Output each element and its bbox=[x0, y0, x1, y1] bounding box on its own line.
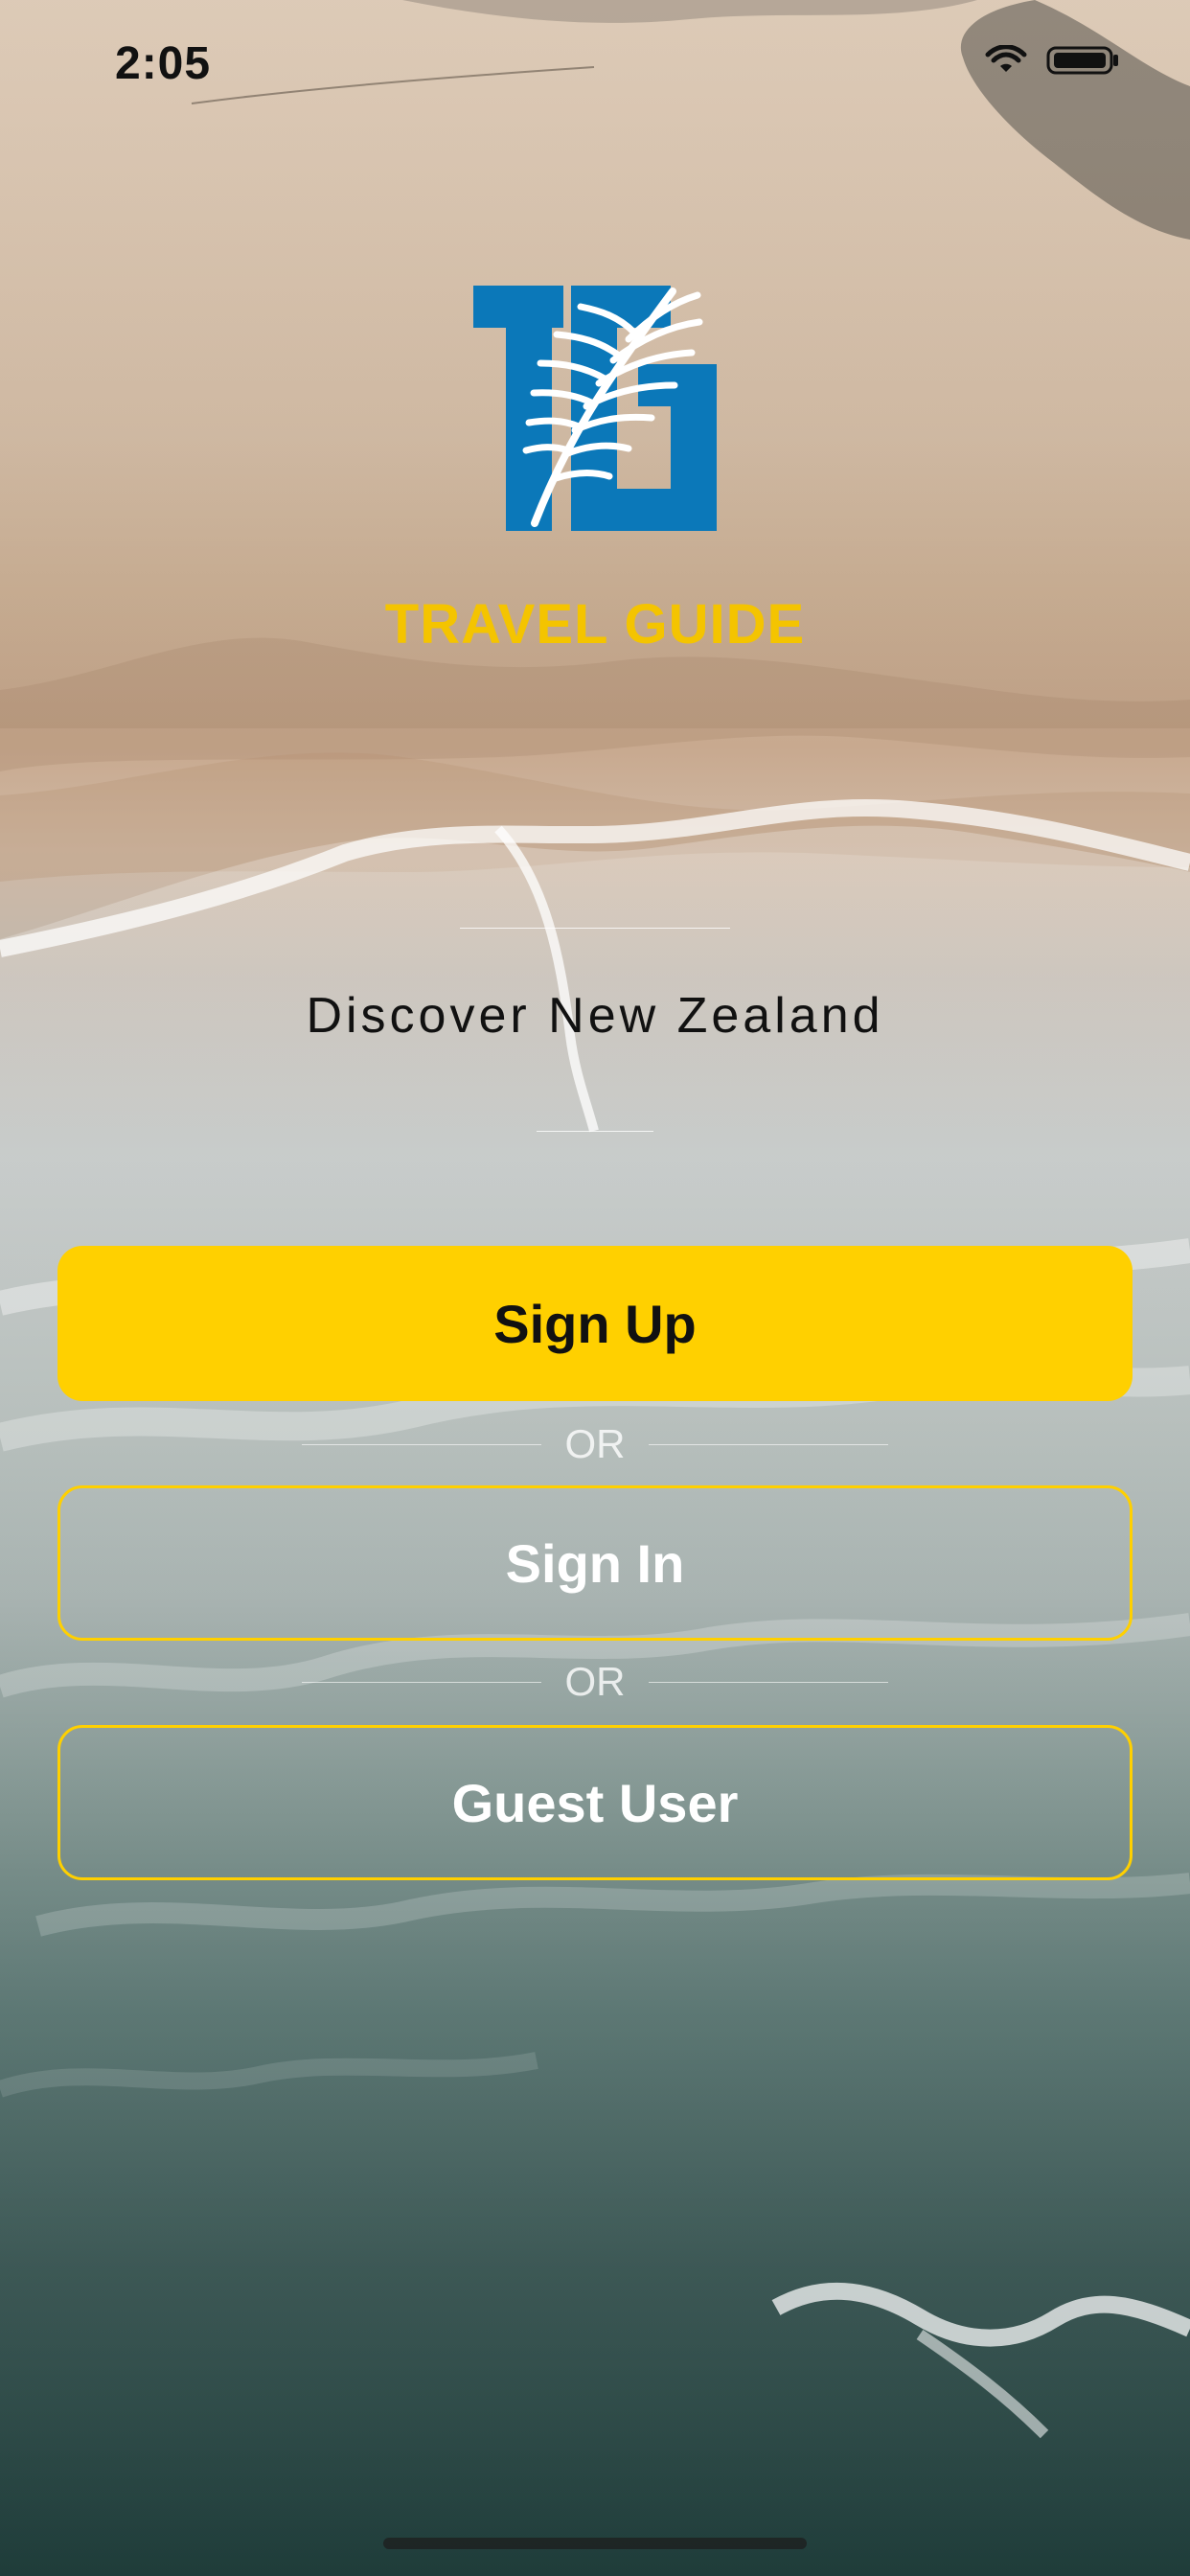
travel-guide-logo bbox=[473, 286, 717, 531]
tagline-bottom-divider bbox=[537, 1131, 653, 1132]
status-bar: 2:05 bbox=[0, 0, 1190, 134]
sign-in-button[interactable]: Sign In bbox=[57, 1485, 1133, 1641]
guest-user-button[interactable]: Guest User bbox=[57, 1725, 1133, 1880]
or-divider-1: OR bbox=[302, 1420, 888, 1468]
home-indicator[interactable] bbox=[383, 2538, 807, 2549]
tagline: Discover New Zealand bbox=[306, 988, 884, 1044]
or-divider-2: OR bbox=[302, 1658, 888, 1706]
welcome-screen: 2:05 TRAVEL GUIDE Discover New Zealand S… bbox=[0, 0, 1190, 2576]
status-time: 2:05 bbox=[115, 38, 212, 89]
or-divider-right-line bbox=[649, 1682, 888, 1683]
battery-icon bbox=[1046, 44, 1121, 81]
brand-name: TRAVEL GUIDE bbox=[384, 593, 806, 656]
sign-up-button[interactable]: Sign Up bbox=[57, 1246, 1133, 1401]
wifi-icon bbox=[985, 44, 1027, 80]
tagline-top-divider bbox=[460, 928, 730, 929]
or-divider-right-line bbox=[649, 1444, 888, 1445]
status-icons bbox=[985, 44, 1121, 81]
